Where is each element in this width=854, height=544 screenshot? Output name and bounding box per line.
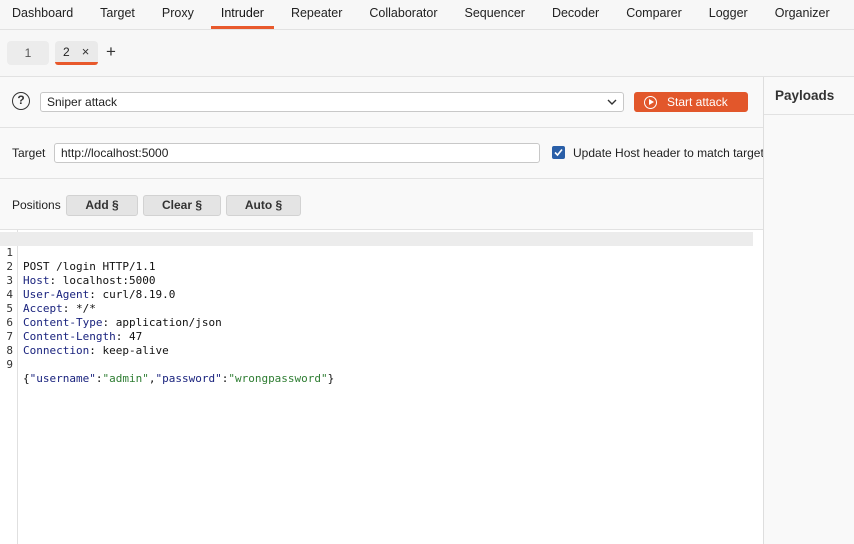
request-line: 8	[0, 330, 753, 357]
top-navigation: Dashboard Target Proxy Intruder Repeater…	[0, 0, 854, 30]
line-number: 9	[6, 358, 13, 371]
tab-proxy[interactable]: Proxy	[152, 0, 204, 29]
clear-payload-markers-button[interactable]: Clear §	[143, 195, 221, 216]
play-icon	[644, 95, 657, 109]
attack-tab-label: 2	[63, 44, 70, 59]
divider	[764, 114, 854, 115]
request-line: 5 Content-Type: application/json	[0, 288, 753, 329]
add-payload-marker-button[interactable]: Add §	[66, 195, 138, 216]
tab-organizer[interactable]: Organizer	[765, 0, 840, 29]
chevron-down-icon	[607, 99, 617, 105]
json-value: "admin"	[102, 372, 149, 385]
tab-target[interactable]: Target	[90, 0, 145, 29]
target-url-input[interactable]: http://localhost:5000	[54, 143, 540, 163]
request-line: 7 Connection: keep-alive	[0, 316, 753, 357]
tab-sequencer[interactable]: Sequencer	[454, 0, 534, 29]
help-icon[interactable]: ?	[12, 92, 30, 110]
update-host-checkbox[interactable]	[552, 146, 565, 159]
payloads-title[interactable]: Payloads	[775, 88, 834, 103]
close-icon[interactable]: ×	[82, 44, 90, 59]
request-editor[interactable]: 1 POST /login HTTP/1.1 2 Host: localhost…	[0, 230, 763, 544]
tab-dashboard[interactable]: Dashboard	[2, 0, 83, 29]
add-tab-icon[interactable]: +	[106, 43, 116, 61]
attack-type-value: Sniper attack	[47, 95, 118, 109]
start-attack-button[interactable]: Start attack	[634, 92, 748, 112]
request-line: 3 User-Agent: curl/8.19.0	[0, 260, 753, 301]
tab-comparer[interactable]: Comparer	[616, 0, 692, 29]
attack-type-select[interactable]: Sniper attack	[40, 92, 624, 112]
start-attack-label: Start attack	[667, 95, 728, 109]
json-key: "password"	[155, 372, 222, 385]
positions-row: Positions Add § Clear § Auto §	[0, 179, 763, 230]
editor-scrollbar[interactable]	[753, 230, 763, 544]
tab-decoder[interactable]: Decoder	[542, 0, 609, 29]
attack-type-row: ? Sniper attack Start attack	[0, 77, 763, 128]
attack-tab-2[interactable]: 2 ×	[55, 41, 98, 65]
attack-tab-label: 1	[24, 46, 32, 60]
tab-repeater[interactable]: Repeater	[281, 0, 352, 29]
checkmark-icon	[554, 148, 563, 157]
attack-tab-1[interactable]: 1	[7, 41, 49, 65]
tab-collaborator[interactable]: Collaborator	[359, 0, 447, 29]
json-value: "wrongpassword"	[228, 372, 328, 385]
tab-intruder[interactable]: Intruder	[210, 0, 274, 29]
tab-logger[interactable]: Logger	[699, 0, 758, 29]
request-line: 9 {"username":"admin","password":"wrongp…	[0, 344, 753, 385]
positions-label: Positions	[12, 198, 61, 212]
request-line: 1 POST /login HTTP/1.1	[0, 232, 753, 273]
request-line: 2 Host: localhost:5000	[0, 246, 753, 287]
payloads-panel: Payloads	[763, 77, 854, 544]
attack-tabs-bar: 1 2 × +	[0, 30, 854, 77]
request-lines: 1 POST /login HTTP/1.1 2 Host: localhost…	[0, 232, 753, 385]
update-host-label: Update Host header to match target	[573, 146, 764, 160]
target-row: Target http://localhost:5000 Update Host…	[0, 128, 764, 179]
target-label: Target	[12, 146, 46, 160]
intruder-main-panel: ? Sniper attack Start attack Target http…	[0, 77, 764, 544]
request-line: 6 Content-Length: 47	[0, 302, 753, 343]
request-line: 4 Accept: */*	[0, 274, 753, 315]
auto-payload-markers-button[interactable]: Auto §	[226, 195, 301, 216]
json-key: "username"	[29, 372, 96, 385]
